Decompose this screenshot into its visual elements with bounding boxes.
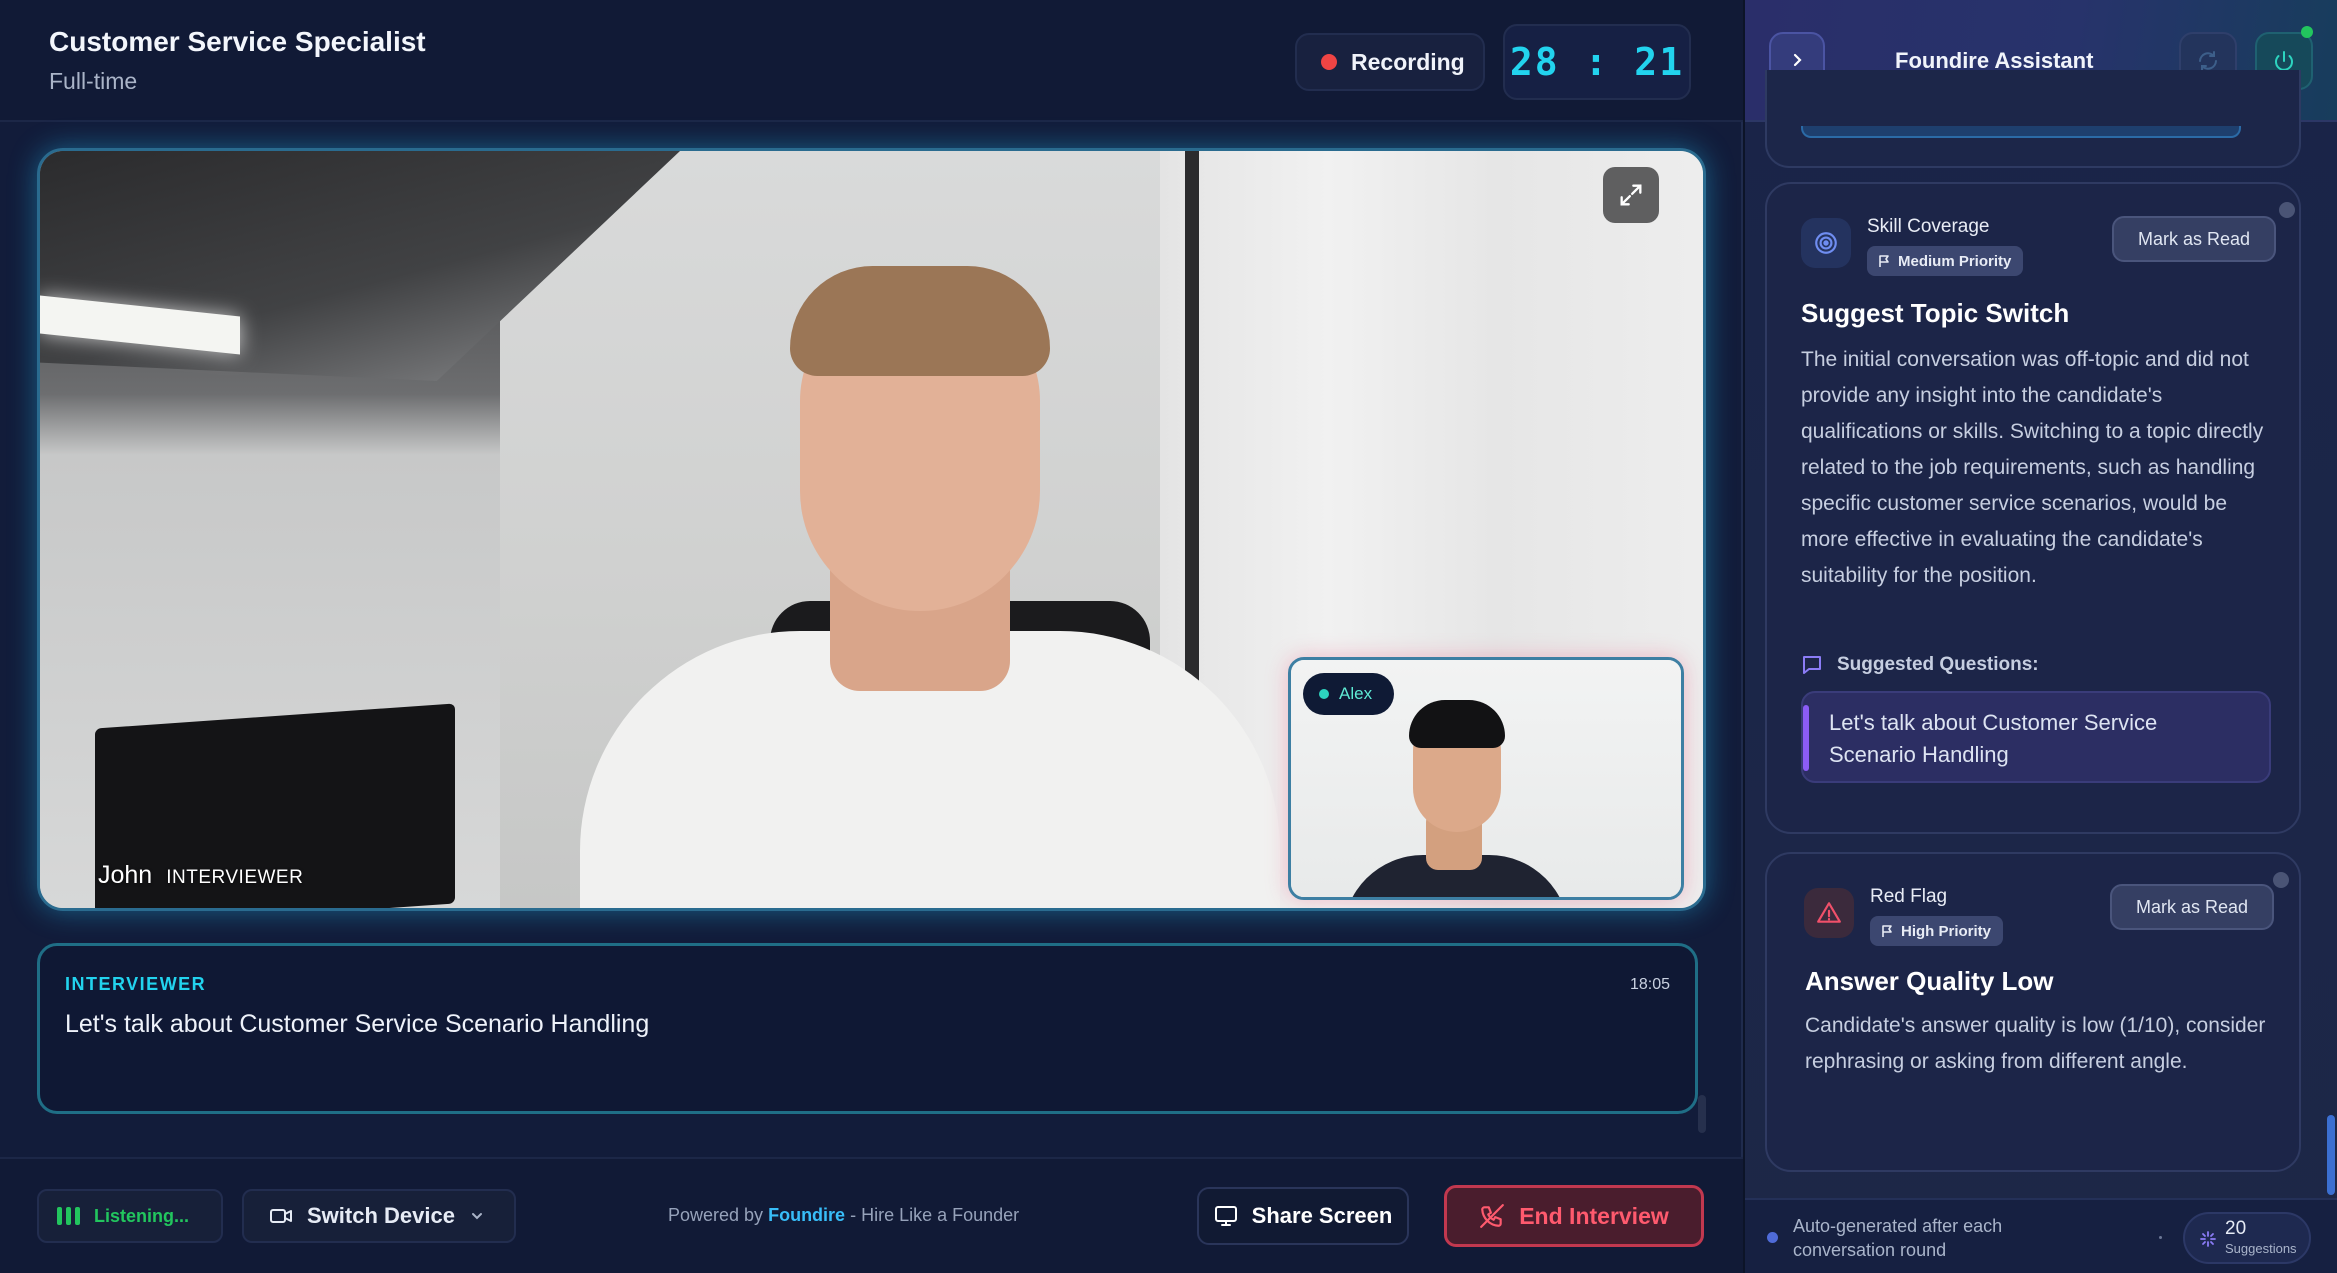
- card-body: The initial conversation was off-topic a…: [1801, 348, 2264, 587]
- end-interview-button[interactable]: End Interview: [1444, 1185, 1704, 1247]
- flag-icon: [1879, 255, 1889, 267]
- previous-suggestion-card: [1765, 70, 2301, 168]
- self-video-pip[interactable]: Alex: [1288, 657, 1684, 900]
- listening-label: Listening...: [94, 1205, 190, 1226]
- card-body: Candidate's answer quality is low (1/10)…: [1805, 1014, 2266, 1073]
- card-title: Answer Quality Low: [1805, 966, 2054, 996]
- interviewer-figure: [580, 211, 1280, 908]
- chevron-down-icon: [471, 1213, 482, 1220]
- assistant-panel: Foundire Assistant Skill Coverage Medium…: [1745, 0, 2337, 1273]
- end-interview-label: End Interview: [1519, 1202, 1669, 1229]
- listening-status: Listening...: [37, 1189, 223, 1243]
- auto-generated-note: Auto-generated after each conversation r…: [1793, 1216, 2003, 1260]
- suggested-questions-header: Suggested Questions:: [1801, 654, 2039, 676]
- powered-prefix: Powered by: [668, 1205, 764, 1225]
- flag-icon: [1882, 925, 1892, 937]
- assistant-footer: Auto-generated after each conversation r…: [1745, 1198, 2337, 1273]
- participant-name: John: [98, 861, 153, 889]
- card-category: Red Flag: [1870, 886, 1948, 907]
- transcript-time: 18:05: [1629, 976, 1670, 993]
- participant-role: INTERVIEWER: [166, 867, 304, 888]
- transcript-speaker: INTERVIEWER: [65, 974, 207, 994]
- separator-dot: [2159, 1236, 2162, 1239]
- priority-badge: High Priority: [1870, 916, 2004, 946]
- switch-device-button[interactable]: Switch Device: [242, 1189, 516, 1243]
- fullscreen-button[interactable]: [1603, 167, 1659, 223]
- suggestion-card: Skill Coverage Medium Priority Mark as R…: [1765, 182, 2301, 834]
- share-screen-button[interactable]: Share Screen: [1197, 1187, 1409, 1245]
- powered-suffix: - Hire Like a Founder: [850, 1205, 1020, 1225]
- chevron-right-icon: [1793, 53, 1802, 67]
- brand-link[interactable]: Foundire: [768, 1205, 845, 1225]
- powered-by: Powered by Foundire - Hire Like a Founde…: [668, 1205, 1019, 1226]
- pip-name: Alex: [1339, 684, 1373, 703]
- panel-scrollbar[interactable]: [2327, 1115, 2335, 1195]
- transcript-text: Let's talk about Customer Service Scenar…: [65, 1010, 650, 1038]
- unread-dot: [2279, 202, 2295, 218]
- interview-timer: 28 : 21: [1503, 24, 1691, 100]
- monitor-icon: [1214, 1206, 1237, 1226]
- target-icon: [1801, 218, 1851, 268]
- share-screen-label: Share Screen: [1251, 1203, 1393, 1228]
- transcript-scrollbar[interactable]: [1698, 1095, 1706, 1133]
- priority-badge: Medium Priority: [1867, 246, 2024, 276]
- online-status-dot: [2301, 26, 2313, 38]
- recording-label: Recording: [1351, 48, 1465, 75]
- suggestion-card: Red Flag High Priority Mark as Read Answ…: [1765, 852, 2301, 1172]
- control-bar: Listening... Switch Device Powered by Fo…: [0, 1157, 1743, 1273]
- job-type: Full-time: [49, 68, 138, 94]
- live-dot-icon: [1319, 689, 1329, 699]
- warning-icon: [1804, 888, 1854, 938]
- suggested-questions-label: Suggested Questions:: [1837, 654, 2039, 675]
- unread-dot: [2273, 872, 2289, 888]
- live-transcript: INTERVIEWER 18:05 Let's talk about Custo…: [37, 943, 1698, 1114]
- priority-label: High Priority: [1901, 922, 1992, 940]
- expand-icon: [1620, 184, 1642, 206]
- chat-bubble-icon: [1803, 656, 1821, 674]
- mark-as-read-button[interactable]: Mark as Read: [2112, 216, 2276, 262]
- recording-indicator: Recording: [1295, 33, 1485, 91]
- job-title: Customer Service Specialist: [49, 26, 426, 57]
- card-title: Suggest Topic Switch: [1801, 298, 2070, 328]
- switch-device-label: Switch Device: [307, 1203, 455, 1228]
- interview-app: Customer Service Specialist Full-time Re…: [0, 0, 1743, 1273]
- suggestions-count: 20: [2225, 1218, 2247, 1239]
- main-video-name-tag: John INTERVIEWER: [98, 861, 303, 890]
- status-dot: [1767, 1232, 1778, 1243]
- interview-header: Customer Service Specialist Full-time Re…: [0, 0, 1743, 122]
- main-video-feed: John INTERVIEWER Alex: [37, 148, 1706, 911]
- suggested-question-item[interactable]: Let's talk about Customer Service Scenar…: [1801, 691, 2271, 783]
- priority-label: Medium Priority: [1898, 252, 2012, 270]
- audio-level-icon: [57, 1207, 80, 1225]
- camera-icon: [270, 1209, 292, 1223]
- phone-off-icon: [1480, 1204, 1505, 1228]
- mark-as-read-button[interactable]: Mark as Read: [2110, 884, 2274, 930]
- pip-name-tag: Alex: [1303, 673, 1395, 715]
- suggestions-count-badge[interactable]: 20 Suggestions: [2183, 1212, 2311, 1264]
- suggestions-label: Suggestions: [2225, 1241, 2297, 1256]
- card-category: Skill Coverage: [1867, 216, 1990, 237]
- sparkle-icon: [2200, 1231, 2216, 1247]
- suggested-question-text: Let's talk about Customer Service Scenar…: [1829, 710, 2158, 767]
- recording-dot-icon: [1321, 54, 1337, 70]
